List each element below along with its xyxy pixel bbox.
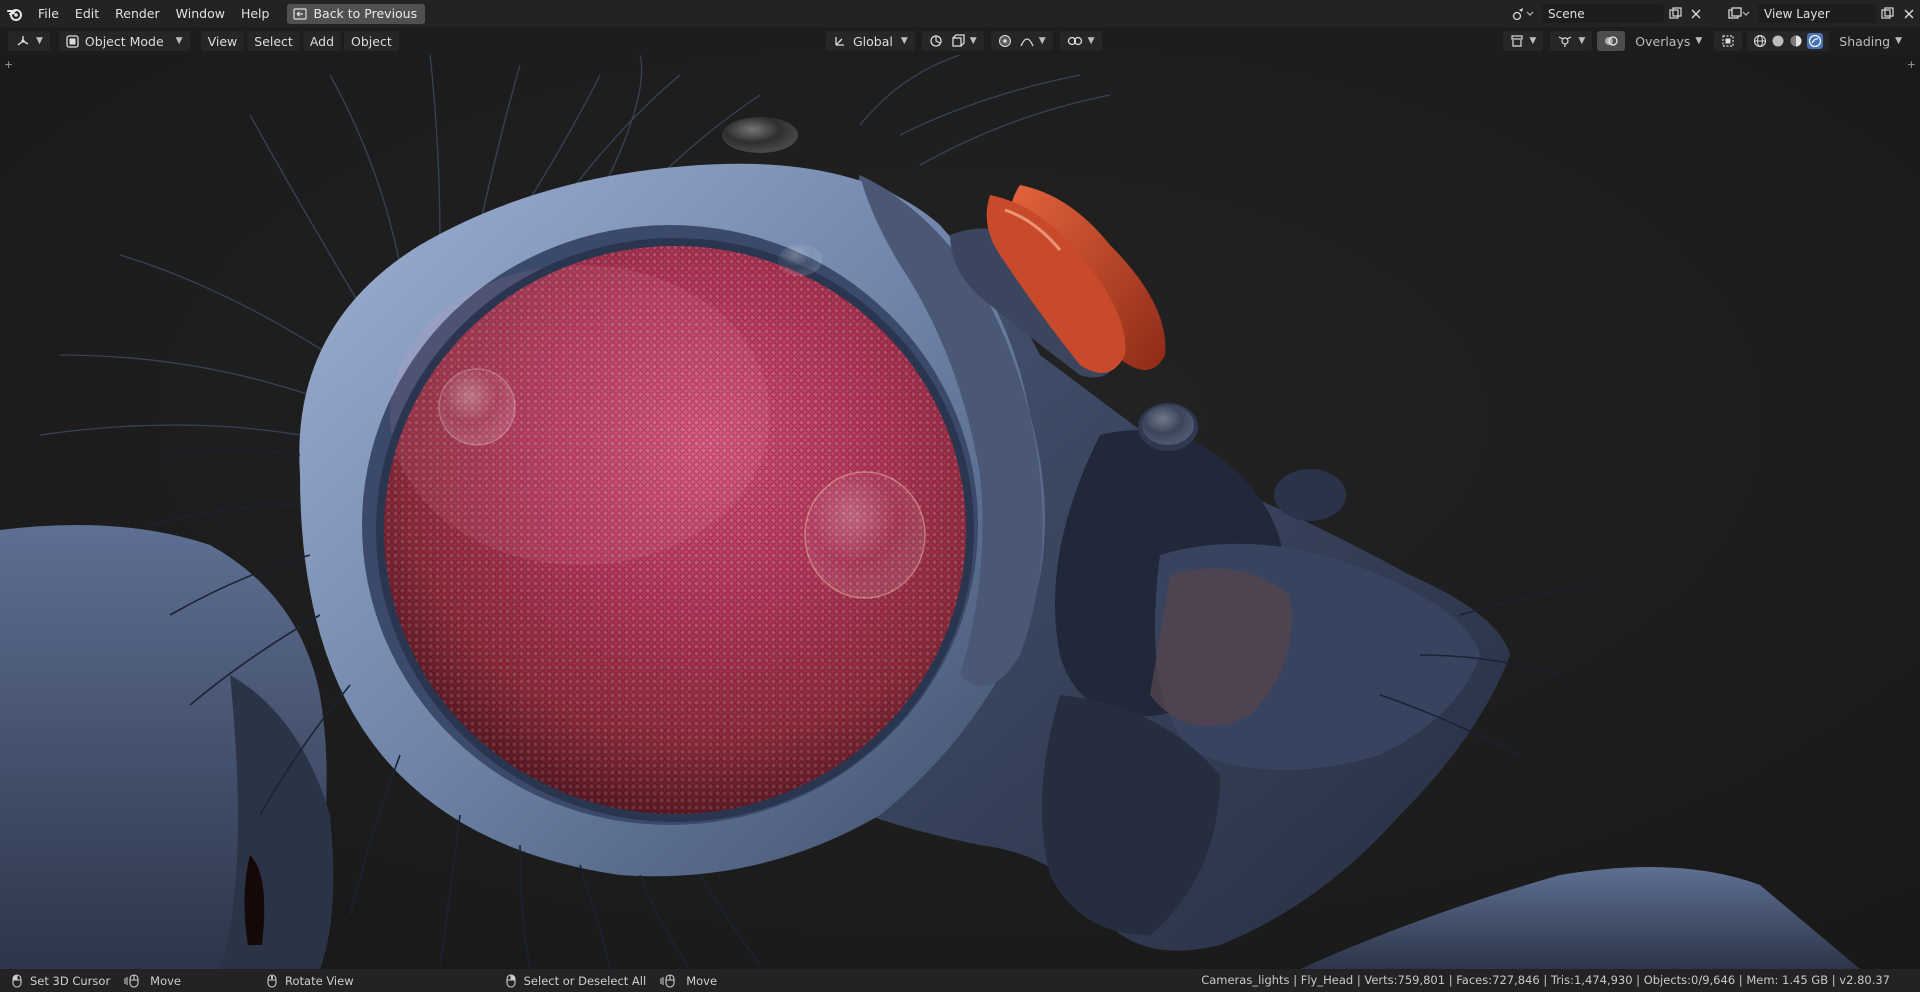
chevron-down-icon: ▼ [1087, 36, 1095, 46]
status-select-deselect-all: Select or Deselect All [506, 973, 647, 988]
status-move: Move [124, 974, 181, 988]
proportional-editing-button[interactable]: ▼ [990, 31, 1053, 51]
snapping-dropdown[interactable]: ▼ [1059, 31, 1102, 51]
status-label: Rotate View [285, 973, 354, 988]
scene-viewlayer-group: Scene View Layer [1506, 0, 1920, 27]
menu-add[interactable]: Add [302, 31, 342, 51]
blender-logo-icon[interactable] [0, 0, 30, 27]
status-label: Move [150, 973, 182, 988]
orientation-label: Global [853, 33, 893, 49]
menu-object[interactable]: Object [344, 31, 399, 51]
proportional-editing-icon [998, 35, 1011, 47]
object-mode-dropdown[interactable]: Object Mode ▼ [58, 31, 190, 51]
scene-statistics: Cameras_lights | Fly_Head | Verts:759,80… [1201, 973, 1890, 987]
back-screen-icon [293, 7, 308, 20]
mouse-left-icon [12, 973, 22, 988]
fly-head-render [0, 55, 1920, 969]
chevron-down-icon: ▼ [1529, 36, 1537, 46]
wireframe-icon [1754, 34, 1767, 48]
shading-label: Shading [1839, 33, 1891, 49]
solid-icon [1772, 35, 1784, 47]
xray-icon [1722, 35, 1734, 47]
menu-file[interactable]: File [30, 0, 67, 27]
object-mode-label: Object Mode [84, 33, 164, 49]
chevron-down-icon: ▼ [1895, 36, 1902, 46]
back-to-previous-button[interactable]: Back to Previous [287, 3, 426, 24]
menu-select[interactable]: Select [247, 31, 300, 51]
menu-help[interactable]: Help [233, 0, 278, 27]
visibility-filter-icon [1511, 35, 1524, 47]
status-bar: Set 3D Cursor Move Rotate View Select or… [0, 969, 1920, 992]
chevron-down-icon: ▼ [36, 36, 43, 46]
status-label: Select or Deselect All [523, 973, 647, 988]
material-preview-icon [1790, 35, 1802, 47]
object-visibility-button[interactable]: ▼ [1503, 31, 1544, 51]
pivot-icon [930, 35, 942, 47]
new-scene-icon[interactable] [1664, 4, 1686, 23]
mouse-drag-icon [660, 973, 675, 988]
solid-shading-button[interactable] [1771, 34, 1785, 48]
rendered-shading-button[interactable] [1807, 33, 1824, 49]
pivot-point-dropdown[interactable]: ▼ [921, 31, 984, 51]
snap-cube-icon [952, 34, 965, 47]
overlays-label: Overlays [1635, 33, 1691, 49]
view-layer-selector-icon[interactable] [1722, 4, 1756, 23]
gizmo-icon [1559, 36, 1572, 47]
editor-type-button[interactable]: ▼ [8, 31, 50, 51]
mouse-right-icon [506, 973, 516, 988]
view-layer-name-field[interactable]: View Layer [1758, 4, 1876, 23]
rendered-icon [1809, 34, 1822, 48]
new-view-layer-icon[interactable] [1876, 4, 1898, 23]
shading-modes [1747, 31, 1830, 51]
overlays-icon [1605, 36, 1618, 46]
xray-toggle[interactable] [1714, 31, 1743, 51]
wireframe-shading-button[interactable] [1753, 34, 1767, 48]
chevron-down-icon: ▼ [969, 36, 977, 46]
close-scene-icon[interactable] [1686, 4, 1706, 23]
view3d-editor-icon [17, 36, 29, 46]
menu-render[interactable]: Render [107, 0, 168, 27]
close-view-layer-icon[interactable] [1898, 4, 1920, 23]
mouse-middle-icon [267, 973, 277, 988]
transform-orientation-dropdown[interactable]: Global ▼ [826, 31, 915, 51]
area-corner-right-icon[interactable]: + [1907, 58, 1916, 71]
3d-viewport[interactable]: + + [0, 55, 1920, 969]
object-mode-icon [66, 34, 79, 48]
chevron-down-icon: ▼ [900, 36, 908, 46]
falloff-icon [1020, 38, 1034, 47]
status-label: Set 3D Cursor [30, 973, 111, 988]
area-corner-left-icon[interactable]: + [4, 58, 13, 71]
chevron-down-icon: ▼ [1038, 36, 1046, 46]
global-orientation-icon [835, 37, 844, 46]
status-rotate-view: Rotate View [267, 974, 354, 988]
scene-name-field[interactable]: Scene [1542, 4, 1664, 23]
overlays-toggle[interactable] [1597, 31, 1626, 51]
overlays-dropdown[interactable]: Overlays ▼ [1628, 31, 1709, 51]
material-shading-button[interactable] [1789, 34, 1803, 48]
status-move-2: Move [660, 974, 717, 988]
status-label: Move [686, 973, 718, 988]
back-to-previous-label: Back to Previous [313, 6, 418, 21]
gizmo-dropdown[interactable]: ▼ [1550, 31, 1593, 51]
menu-window[interactable]: Window [168, 0, 233, 27]
menu-view[interactable]: View [200, 31, 245, 51]
snap-magnet-icon [1067, 36, 1082, 46]
chevron-down-icon: ▼ [175, 36, 183, 46]
shading-dropdown[interactable]: Shading ▼ [1832, 31, 1909, 51]
viewport-header: ▼ Object Mode ▼ View Select Add Object G… [0, 27, 1920, 55]
mouse-drag-icon [124, 973, 139, 988]
menu-edit[interactable]: Edit [67, 0, 107, 27]
top-bar: File Edit Render Window Help Back to Pre… [0, 0, 1920, 27]
chevron-down-icon: ▼ [1695, 36, 1703, 46]
status-set-3d-cursor: Set 3D Cursor [12, 974, 110, 988]
scene-selector-icon[interactable] [1506, 4, 1540, 23]
chevron-down-icon: ▼ [1578, 36, 1586, 46]
